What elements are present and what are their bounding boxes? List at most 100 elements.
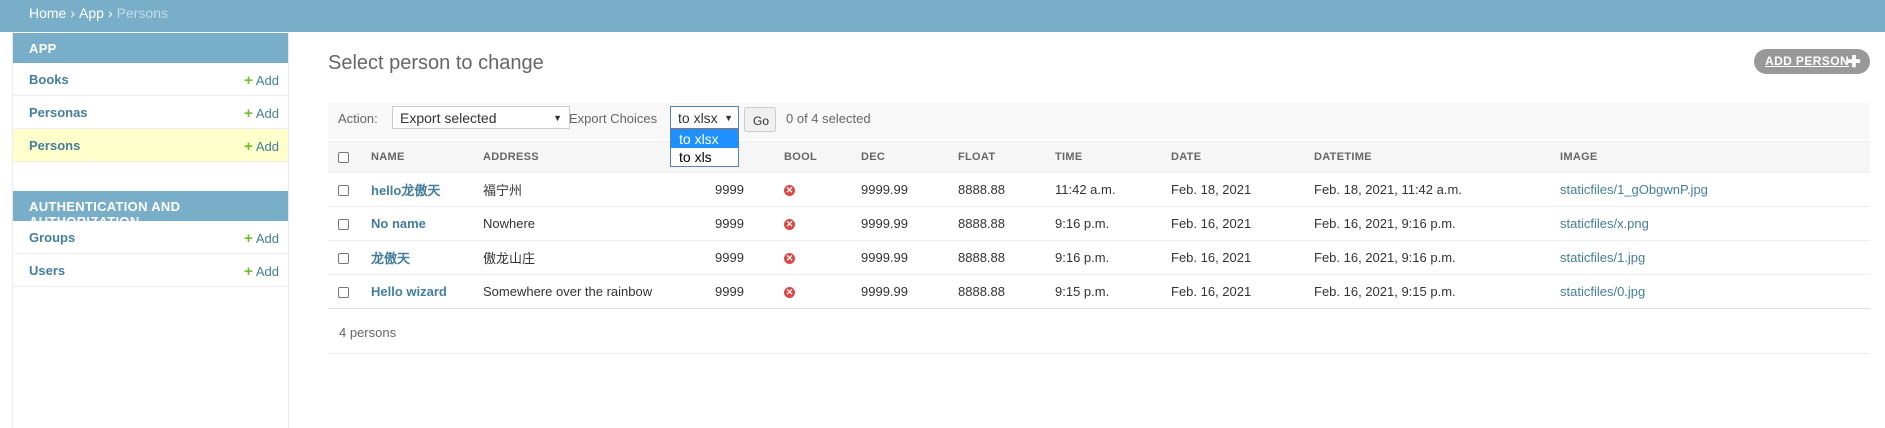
cell-name: Hello wizard [371, 274, 483, 309]
add-icon: + [244, 263, 253, 280]
person-link[interactable]: No name [371, 216, 426, 231]
add-books-link[interactable]: + Add [244, 72, 279, 89]
cell-datetime: Feb. 16, 2021, 9:16 p.m. [1314, 240, 1560, 275]
cell-image: staticfiles/1.jpg [1560, 240, 1870, 275]
add-label: Add [255, 106, 279, 121]
action-select[interactable]: Export selected ▼ [392, 106, 570, 129]
cell-image: staticfiles/1_gObgwnP.jpg [1560, 172, 1870, 207]
cell-int: 9999 [715, 274, 784, 309]
add-users-link[interactable]: + Add [244, 263, 279, 280]
sidebar-item-users: Users + Add [13, 254, 288, 287]
export-option-xls[interactable]: to xls [671, 148, 738, 166]
add-personas-link[interactable]: + Add [244, 105, 279, 122]
column-header-float[interactable]: FLOAT [958, 141, 1055, 173]
export-format-select[interactable]: to xlsx ▼ [670, 106, 739, 129]
breadcrumb-home[interactable]: Home [29, 5, 66, 21]
cell-dec: 9999.99 [861, 240, 958, 275]
column-header-datetime[interactable]: DATETIME [1314, 141, 1560, 173]
cell-image: staticfiles/0.jpg [1560, 274, 1870, 309]
chevron-down-icon: ▼ [553, 113, 562, 123]
cell-datetime: Feb. 16, 2021, 9:15 p.m. [1314, 274, 1560, 309]
add-groups-link[interactable]: + Add [244, 230, 279, 247]
image-link[interactable]: staticfiles/1_gObgwnP.jpg [1560, 182, 1708, 197]
add-icon: + [244, 72, 253, 89]
add-person-button[interactable]: ADD PERSON ✚ [1754, 49, 1870, 74]
cell-time: 9:16 p.m. [1055, 240, 1171, 275]
false-icon: ✕ [784, 287, 795, 299]
cell-float: 8888.88 [958, 240, 1055, 275]
sidebar-item-groups-link[interactable]: Groups [29, 230, 75, 245]
breadcrumb-app[interactable]: App [79, 5, 104, 21]
cell-dec: 9999.99 [861, 172, 958, 207]
row-select-cell [328, 274, 371, 309]
add-person-label: ADD PERSON [1765, 54, 1850, 68]
add-label: Add [255, 231, 279, 246]
cell-dec: 9999.99 [861, 274, 958, 309]
table-row: No name Nowhere 9999 ✕ 9999.99 8888.88 9… [328, 206, 1870, 241]
sidebar-item-personas-link[interactable]: Personas [29, 105, 88, 120]
sidebar-item-groups: Groups + Add [13, 221, 288, 254]
action-label: Action: [338, 111, 378, 126]
cell-address: Somewhere over the rainbow [483, 274, 715, 309]
cell-bool: ✕ [784, 240, 861, 275]
cell-name: 龙傲天 [371, 240, 483, 275]
export-format-dropdown: to xlsx to xls [670, 129, 739, 167]
go-button[interactable]: Go [744, 107, 776, 132]
add-icon: + [244, 138, 253, 155]
row-checkbox[interactable] [338, 253, 349, 265]
export-choices-label: Export Choices [569, 111, 658, 126]
image-link[interactable]: staticfiles/1.jpg [1560, 250, 1645, 265]
column-header-bool[interactable]: BOOL [784, 141, 861, 173]
cell-float: 8888.88 [958, 206, 1055, 241]
row-checkbox[interactable] [338, 219, 349, 231]
add-persons-link[interactable]: + Add [244, 138, 279, 155]
sidebar-item-persons-link[interactable]: Persons [29, 138, 80, 153]
sidebar-item-personas: Personas + Add [13, 96, 288, 129]
sidebar-item-books: Books + Add [13, 63, 288, 96]
cell-int: 9999 [715, 172, 784, 207]
cell-address: Nowhere [483, 206, 715, 241]
image-link[interactable]: staticfiles/0.jpg [1560, 284, 1645, 299]
breadcrumb-separator: › [107, 5, 113, 21]
row-select-cell [328, 240, 371, 275]
column-header-image[interactable]: IMAGE [1560, 141, 1870, 173]
paginator: 4 persons [328, 310, 1870, 354]
add-icon: + [244, 230, 253, 247]
cell-bool: ✕ [784, 172, 861, 207]
module-caption-app[interactable]: APP [13, 33, 288, 63]
cell-float: 8888.88 [958, 274, 1055, 309]
cell-bool: ✕ [784, 206, 861, 241]
cell-time: 9:16 p.m. [1055, 206, 1171, 241]
table-row: hello龙傲天 福宁州 9999 ✕ 9999.99 8888.88 11:4… [328, 172, 1870, 207]
cell-time: 11:42 a.m. [1055, 172, 1171, 207]
cell-image: staticfiles/x.png [1560, 206, 1870, 241]
actions-bar: Action: Export selected ▼ Export Choices… [328, 103, 1870, 139]
row-checkbox[interactable] [338, 287, 349, 299]
cell-datetime: Feb. 16, 2021, 9:16 p.m. [1314, 206, 1560, 241]
select-all-cell [328, 141, 371, 173]
cell-date: Feb. 18, 2021 [1171, 172, 1314, 207]
person-link[interactable]: hello龙傲天 [371, 183, 440, 198]
sidebar-item-books-link[interactable]: Books [29, 72, 69, 87]
chevron-down-icon: ▼ [724, 113, 733, 123]
cell-bool: ✕ [784, 274, 861, 309]
select-all-checkbox[interactable] [338, 151, 349, 163]
row-checkbox[interactable] [338, 185, 349, 197]
action-select-value: Export selected [400, 110, 497, 126]
column-header-dec[interactable]: DEC [861, 141, 958, 173]
cell-int: 9999 [715, 206, 784, 241]
image-link[interactable]: staticfiles/x.png [1560, 216, 1649, 231]
column-header-name[interactable]: NAME [371, 141, 483, 173]
cell-date: Feb. 16, 2021 [1171, 206, 1314, 241]
export-option-xlsx[interactable]: to xlsx [671, 130, 738, 148]
column-header-date[interactable]: DATE [1171, 141, 1314, 173]
column-header-time[interactable]: TIME [1055, 141, 1171, 173]
add-label: Add [255, 73, 279, 88]
person-link[interactable]: 龙傲天 [371, 251, 410, 266]
row-select-cell [328, 172, 371, 207]
sidebar-item-users-link[interactable]: Users [29, 263, 65, 278]
module-caption-auth[interactable]: AUTHENTICATION AND AUTHORIZATION [13, 191, 288, 229]
person-link[interactable]: Hello wizard [371, 284, 447, 299]
breadcrumb-separator: › [70, 5, 76, 21]
cell-datetime: Feb. 18, 2021, 11:42 a.m. [1314, 172, 1560, 207]
